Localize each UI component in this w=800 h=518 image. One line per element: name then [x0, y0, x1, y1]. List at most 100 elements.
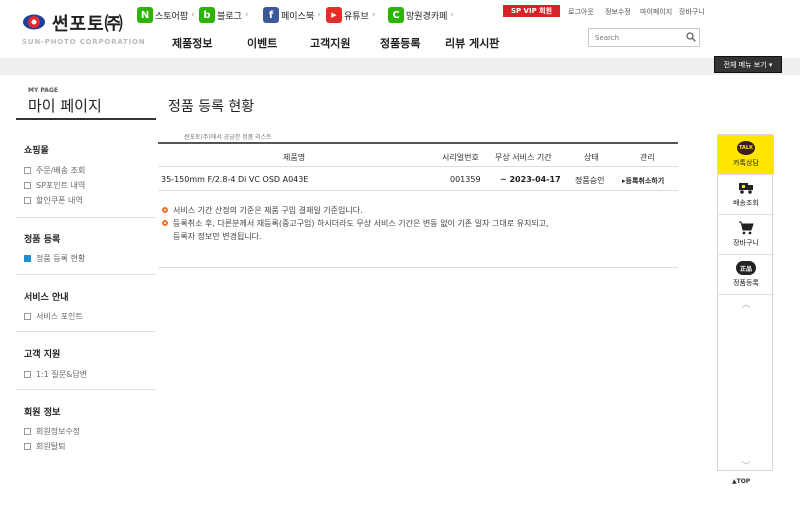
sidebar-item-service-point[interactable]: 서비스 포인트 — [24, 311, 83, 322]
checkbox-icon — [24, 313, 31, 320]
kakao-chat-label: 카톡상담 — [733, 159, 759, 167]
checkbox-icon — [24, 167, 31, 174]
sidebar-item-label: 할인쿠폰 내역 — [36, 196, 83, 205]
sidebar-item-coupon[interactable]: 할인쿠폰 내역 — [24, 195, 83, 206]
logout-link[interactable]: 로그아웃 — [568, 7, 594, 17]
back-to-top-button[interactable]: ▲TOP — [732, 478, 750, 485]
social-link-blog[interactable]: b 블로그 › — [199, 6, 248, 24]
social-link-cafe[interactable]: C 망원경카페 › — [388, 6, 454, 24]
notice-divider — [158, 267, 678, 268]
sidebar-divider — [16, 217, 156, 218]
column-header-serial: 시리얼번호 — [442, 153, 479, 162]
gnb-registration[interactable]: 정품등록 — [380, 35, 420, 51]
sidebar-item-sp-point[interactable]: SP포인트 내역 — [24, 180, 85, 191]
checkbox-icon — [24, 428, 31, 435]
delivery-tracking-button[interactable]: 배송조회 — [718, 175, 774, 215]
sidebar-head-registration: 정품 등록 — [24, 235, 61, 245]
column-header-product: 제품명 — [283, 153, 306, 162]
sidebar-item-order[interactable]: 주문/배송 조회 — [24, 165, 85, 176]
checkbox-icon — [24, 197, 31, 204]
sp-vip-link[interactable]: SP VIP 회원 — [503, 5, 560, 17]
checkbox-icon — [24, 371, 31, 378]
gnb-product-info[interactable]: 제품정보 — [172, 35, 212, 51]
kakao-chat-button[interactable]: TALK 카톡상담 — [718, 135, 774, 175]
cancel-registration-button[interactable]: ▸등록취소하기 — [622, 176, 664, 186]
notice-text: 등록취소 후, 다른분께서 재등록(중고구입) 하시더라도 무상 서비스 기간은… — [173, 219, 549, 228]
table-top-border — [158, 142, 678, 144]
all-menu-button[interactable]: 전체 메뉴 보기 ▾ — [714, 56, 782, 73]
bullet-icon — [162, 220, 168, 226]
social-link-facebook[interactable]: f 페이스북 › — [263, 6, 321, 24]
search-input[interactable] — [589, 29, 679, 46]
gnb-review-board[interactable]: 리뷰 게시판 — [445, 35, 499, 51]
cell-period: ~ 2023-04-17 — [500, 175, 561, 184]
kakao-talk-icon: TALK — [737, 141, 755, 155]
sidebar-head-member: 회원 정보 — [24, 408, 61, 418]
search-icon[interactable] — [686, 32, 696, 42]
genuine-label: 정품등록 — [733, 279, 759, 287]
brand-name[interactable]: 썬포토㈜ — [52, 10, 124, 36]
sidebar-item-edit-member[interactable]: 회원정보수정 — [24, 426, 80, 437]
sidebar-divider — [16, 389, 156, 390]
notice-text: 서비스 기간 산정의 기준은 제품 구입 결제일 기준입니다. — [173, 206, 363, 215]
sidebar-item-label: 1:1 질문&답변 — [36, 370, 88, 379]
cart-button[interactable]: 장바구니 — [718, 215, 774, 255]
sidebar-head-service: 서비스 안내 — [24, 293, 69, 303]
site-header: 썬포토㈜ SUN-PHOTO CORPORATION N 스토어팜 › b 블로그… — [0, 0, 800, 58]
sidebar-item-label: 회원탈퇴 — [36, 442, 66, 451]
social-label: 페이스북 — [281, 11, 315, 22]
sidebar-item-withdraw[interactable]: 회원탈퇴 — [24, 441, 65, 452]
header-strip — [0, 58, 800, 75]
info-edit-link[interactable]: 정보수정 — [605, 7, 631, 17]
sidebar-divider — [16, 274, 156, 275]
scroll-up-icon[interactable]: ︿ — [718, 297, 774, 310]
social-label: 스토어팜 — [155, 11, 189, 22]
genuine-badge-icon: 正品 — [736, 261, 756, 275]
brand-subtitle: SUN-PHOTO CORPORATION — [22, 38, 146, 46]
shopping-cart-icon — [739, 221, 754, 235]
mypage-title-underline — [16, 118, 156, 120]
notice-item: 등록취소 후, 다른분께서 재등록(중고구입) 하시더라도 무상 서비스 기간은… — [162, 218, 549, 229]
sidebar-item-label: SP포인트 내역 — [36, 181, 86, 190]
cell-status: 정품승인 — [575, 176, 605, 185]
store-farm-icon: N — [137, 7, 153, 23]
column-header-period: 무상 서비스 기간 — [495, 153, 552, 162]
social-label: 유튜브 — [344, 11, 369, 22]
sidebar-item-registration-status[interactable]: 정품 등록 현황 — [24, 253, 85, 264]
mypage-link[interactable]: 마이페이지 — [640, 7, 672, 17]
mypage-title: 마이 페이지 — [28, 97, 102, 115]
social-link-store-farm[interactable]: N 스토어팜 › — [137, 6, 195, 24]
cell-serial: 001359 — [450, 175, 481, 184]
checkbox-active-icon — [24, 255, 31, 262]
delivery-label: 배송조회 — [733, 199, 759, 207]
scroll-down-icon[interactable]: ﹀ — [718, 459, 774, 472]
genuine-registration-button[interactable]: 正品 정품등록 — [718, 255, 774, 295]
cart-label: 장바구니 — [733, 239, 759, 247]
sidebar-divider — [16, 331, 156, 332]
mypage-label-small: MY PAGE — [28, 87, 58, 94]
sidebar-item-label: 정품 등록 현황 — [36, 254, 86, 263]
quick-menu: TALK 카톡상담 배송조회 장바구니 正品 정품등록 ︿ ﹀ — [717, 134, 774, 472]
sidebar-head-support: 고객 지원 — [24, 350, 61, 360]
cell-product: 35-150mm F/2.8-4 Di VC OSD A043E — [161, 175, 309, 184]
sun-logo-icon[interactable] — [22, 14, 46, 30]
cafe-icon: C — [388, 7, 404, 23]
youtube-icon: ▶ — [326, 7, 342, 23]
sidebar-head-shop: 쇼핑몰 — [24, 146, 49, 156]
cart-link[interactable]: 장바구니 — [679, 7, 705, 17]
row-divider — [158, 190, 678, 191]
table-caption: 썬포토(주)에서 공급한 정품 리스트 — [184, 134, 272, 141]
notice-item: 서비스 기간 산정의 기준은 제품 구입 결제일 기준입니다. — [162, 205, 363, 216]
blog-icon: b — [199, 7, 215, 23]
sidebar-item-qna[interactable]: 1:1 질문&답변 — [24, 369, 87, 380]
social-label: 망원경카페 — [406, 11, 448, 22]
column-header-manage: 관리 — [640, 153, 655, 162]
notice-continuation: 등록자 정보만 변경됩니다. — [173, 232, 262, 241]
sidebar-item-label: 주문/배송 조회 — [36, 166, 86, 175]
gnb-support[interactable]: 고객지원 — [310, 35, 350, 51]
header-divider — [158, 166, 678, 167]
page-title: 정품 등록 현황 — [168, 99, 255, 115]
social-link-youtube[interactable]: ▶ 유튜브 › — [326, 6, 375, 24]
sidebar-item-label: 서비스 포인트 — [36, 312, 83, 321]
gnb-event[interactable]: 이벤트 — [247, 35, 277, 51]
